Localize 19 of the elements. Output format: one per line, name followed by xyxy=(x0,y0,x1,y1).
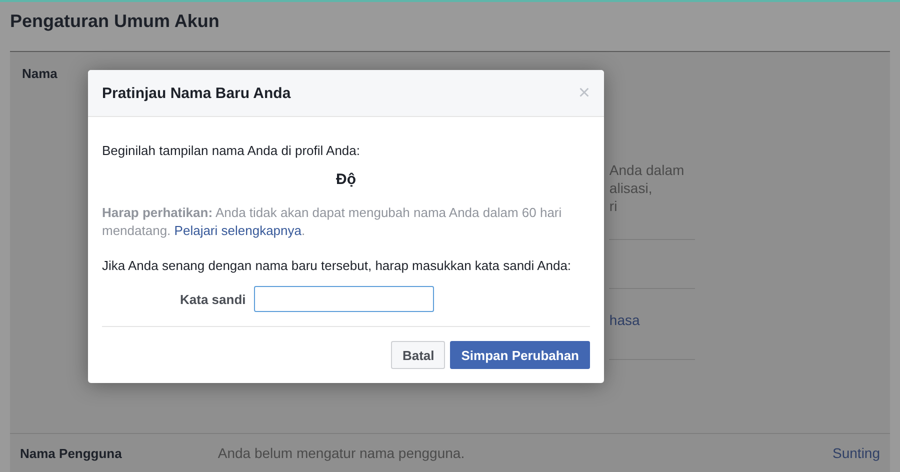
description-text: ri xyxy=(609,197,618,215)
page-title: Pengaturan Umum Akun xyxy=(9,10,220,33)
password-field[interactable] xyxy=(254,286,434,312)
cancel-button[interactable]: Batal xyxy=(391,341,446,369)
intro-text: Beginilah tampilan nama Anda di profil Anda: xyxy=(102,142,362,160)
preview-name: Độ xyxy=(336,171,356,188)
password-label: Kata sandi xyxy=(180,292,246,306)
description-text: Anda dalam xyxy=(609,161,686,179)
edit-link[interactable]: Sunting xyxy=(832,445,880,461)
description-text: alisasi, xyxy=(609,179,654,197)
dialog-title: Pratinjau Nama Baru Anda xyxy=(102,84,291,102)
username-label: Nama Pengguna xyxy=(20,446,122,460)
save-button[interactable]: Simpan Perubahan xyxy=(450,341,590,369)
name-label: Nama xyxy=(22,66,58,83)
learn-more-link[interactable]: Pelajari selengkapnya xyxy=(174,223,302,238)
notice-text: Harap perhatikan: Anda tidak akan dapat mengubah nama Anda dalam 60 hari mendatang. Pelajari selengkapnya. xyxy=(102,204,563,240)
username-value: Anda belum mengatur nama pengguna. xyxy=(218,445,465,461)
prompt-text: Jika Anda senang dengan nama baru tersebut, harap masukkan kata sandi Anda: xyxy=(102,257,572,275)
link-text[interactable]: hasa xyxy=(609,311,696,329)
